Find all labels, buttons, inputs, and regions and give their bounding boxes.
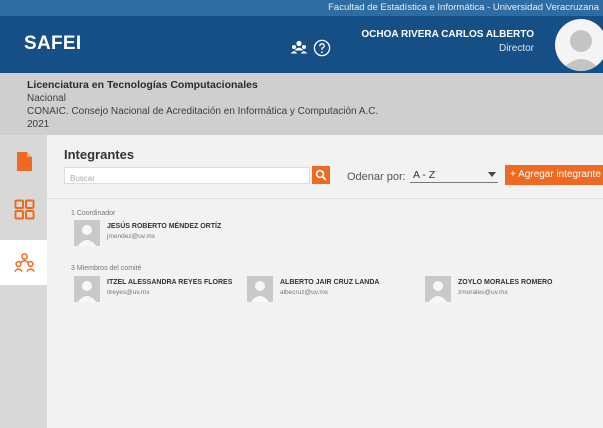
committee-group-label: 3 Miembros del comité — [71, 265, 142, 272]
sort-value: A - Z — [413, 169, 436, 181]
program-info: Licenciatura en Tecnologías Computaciona… — [0, 73, 603, 135]
sidebar-item-documents[interactable] — [0, 139, 47, 184]
coordinator-group-label: 1 Coordinador — [71, 210, 116, 217]
avatar — [247, 276, 273, 302]
member-name: ZOYLO MORALES ROMERO — [458, 279, 553, 286]
avatar — [74, 276, 100, 302]
member-email: albecruz@uv.mx — [280, 289, 329, 296]
search-box — [64, 167, 310, 186]
app-header: SAFEI OCHOA RIVERA CARLOS ALBERTO Direct… — [0, 16, 603, 73]
document-icon — [17, 152, 32, 171]
member-email: jmendez@uv.mx — [107, 233, 156, 240]
program-scope: Nacional — [27, 93, 66, 104]
team-icon — [14, 253, 35, 272]
page-title: Integrantes — [64, 147, 135, 162]
sidebar-item-members[interactable] — [0, 240, 47, 285]
user-name: OCHOA RIVERA CARLOS ALBERTO — [361, 29, 534, 40]
sidebar — [0, 135, 47, 428]
chevron-down-icon — [488, 172, 496, 177]
app-logo[interactable]: SAFEI — [24, 33, 81, 55]
member-name: ALBERTO JAIR CRUZ LANDA — [280, 279, 380, 286]
institution-text: Facultad de Estadística e Informática - … — [328, 2, 599, 13]
program-name: Licenciatura en Tecnologías Computaciona… — [27, 79, 258, 91]
members-panel: Integrantes Odenar por: A - Z + Agregar … — [47, 135, 603, 428]
avatar — [425, 276, 451, 302]
accreditation-body: CONAIC. Consejo Nacional de Acreditación… — [27, 106, 379, 117]
users-icon[interactable] — [290, 39, 308, 57]
member-card[interactable]: ITZEL ALESSANDRA REYES FLORES itreyes@uv… — [74, 276, 244, 302]
sidebar-item-dashboard[interactable] — [0, 187, 47, 232]
sort-label: Odenar por: — [347, 171, 406, 183]
member-card[interactable]: JESÚS ROBERTO MÉNDEZ ORTÍZ jmendez@uv.mx — [74, 220, 264, 246]
member-card[interactable]: ZOYLO MORALES ROMERO zmorales@uv.mx — [425, 276, 595, 302]
divider — [47, 198, 603, 199]
search-input[interactable] — [65, 171, 309, 186]
search-icon — [315, 169, 327, 181]
add-member-button[interactable]: + Agregar integrante — [505, 165, 603, 185]
member-name: JESÚS ROBERTO MÉNDEZ ORTÍZ — [107, 223, 222, 230]
avatar — [74, 220, 100, 246]
search-button[interactable] — [312, 166, 330, 184]
program-year: 2021 — [27, 119, 50, 130]
user-role: Director — [498, 43, 534, 54]
member-email: zmorales@uv.mx — [458, 289, 508, 296]
sort-select[interactable]: A - Z — [410, 168, 498, 183]
help-icon[interactable] — [313, 39, 331, 57]
avatar[interactable] — [555, 19, 603, 71]
member-email: itreyes@uv.mx — [107, 289, 150, 296]
member-name: ITZEL ALESSANDRA REYES FLORES — [107, 279, 233, 286]
grid-icon — [14, 199, 35, 220]
member-card[interactable]: ALBERTO JAIR CRUZ LANDA albecruz@uv.mx — [247, 276, 417, 302]
institution-bar: Facultad de Estadística e Informática - … — [0, 0, 603, 16]
